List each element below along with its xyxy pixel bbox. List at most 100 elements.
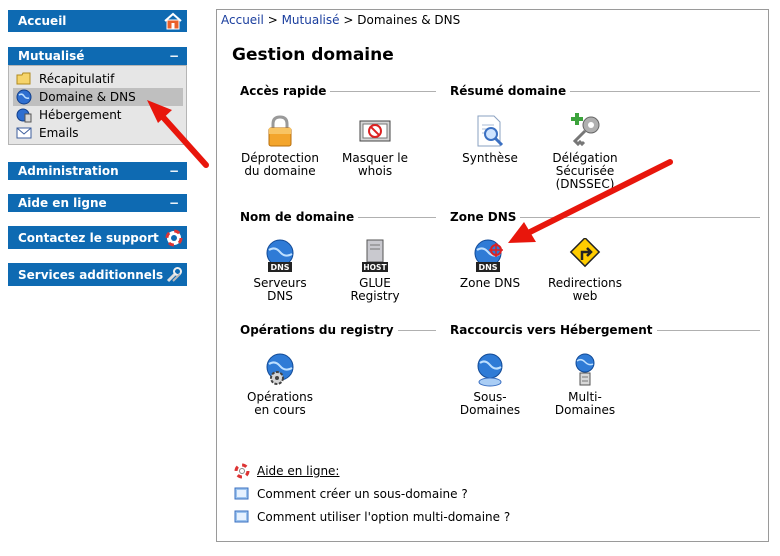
document-magnifier-icon — [477, 115, 504, 147]
sidebar-item-emails[interactable]: Emails — [13, 124, 183, 142]
tile-glue-registry[interactable]: HOST GLUE Registry — [325, 238, 425, 303]
dns-server-globe-icon: DNS — [266, 239, 294, 272]
host-server-icon: HOST — [362, 239, 388, 272]
section-divider — [397, 329, 436, 331]
tools-icon — [165, 266, 183, 284]
breadcrumb-separator: > — [343, 13, 354, 27]
icon-badge: HOST — [363, 263, 387, 272]
section-acces-rapide: Accès rapide — [240, 84, 436, 98]
padlock-icon — [268, 115, 292, 147]
tile-multi-domaines[interactable]: Multi- Domaines — [535, 352, 635, 417]
section-title: Opérations du registry — [240, 323, 394, 337]
sidebar-services-label: Services additionnels — [18, 267, 164, 282]
section-title: Raccourcis vers Hébergement — [450, 323, 653, 337]
tile-redirections-web[interactable]: Redirections web — [535, 238, 635, 303]
sidebar-mutualise-submenu: Récapitulatif Domaine & DNS Hébergement … — [8, 65, 187, 145]
tile-label: Zone DNS — [459, 276, 521, 290]
tile-label: (DNSSEC) — [555, 177, 615, 191]
sidebar-services-additionnels[interactable]: Services additionnels — [8, 263, 187, 286]
section-divider — [358, 216, 436, 218]
section-nom-de-domaine: Nom de domaine — [240, 210, 436, 224]
tile-label: Synthèse — [462, 151, 518, 165]
multi-domain-globe-icon — [575, 353, 595, 386]
main-panel: Accueil > Mutualisé > Domaines & DNS Ges… — [216, 9, 769, 542]
section-divider — [330, 90, 436, 92]
sidebar-item-recapitulatif[interactable]: Récapitulatif — [13, 70, 183, 88]
sidebar-accueil[interactable]: Accueil — [8, 10, 187, 32]
aide-en-ligne-link[interactable]: Aide en ligne: — [257, 464, 339, 478]
globe-icon — [15, 89, 33, 105]
sidebar-administration-label: Administration — [18, 164, 119, 178]
section-title: Résumé domaine — [450, 84, 567, 98]
icon-badge: DNS — [270, 263, 289, 272]
tile-label: Domaines — [554, 403, 616, 417]
breadcrumb-separator: > — [267, 13, 278, 27]
tile-operations-en-cours[interactable]: Opérations en cours — [230, 352, 330, 417]
sidebar-mutualise-header[interactable]: Mutualisé − — [8, 47, 187, 65]
tile-synthese[interactable]: Synthèse — [440, 113, 540, 165]
breadcrumb-section-link[interactable]: Mutualisé — [282, 13, 340, 27]
dns-zone-target-icon: DNS — [474, 239, 503, 272]
tile-label: whois — [357, 164, 393, 178]
tile-label: en cours — [254, 403, 306, 417]
folder-icon — [15, 71, 33, 87]
collapse-icon[interactable]: − — [167, 196, 181, 210]
sidebar-contact-label: Contactez le support — [18, 230, 159, 245]
section-title: Nom de domaine — [240, 210, 355, 224]
lifebuoy-icon — [233, 463, 251, 479]
tile-label: DNS — [267, 289, 293, 303]
sidebar-mutualise-label: Mutualisé — [18, 49, 85, 63]
tile-label: Domaines — [459, 403, 521, 417]
tile-zone-dns[interactable]: DNS Zone DNS — [440, 238, 540, 290]
collapse-icon[interactable]: − — [167, 164, 181, 178]
lifebuoy-icon — [165, 229, 183, 247]
collapse-icon[interactable]: − — [167, 49, 181, 63]
sidebar-accueil-label: Accueil — [18, 14, 67, 28]
redirect-sign-icon — [569, 238, 601, 268]
section-title: Accès rapide — [240, 84, 327, 98]
help-article-icon — [233, 509, 251, 525]
help-link-row: Comment créer un sous-domaine ? — [233, 486, 468, 502]
subdomain-globe-icon — [477, 353, 503, 387]
sidebar-item-domaine-dns[interactable]: Domaine & DNS — [13, 88, 183, 106]
help-article-icon — [233, 486, 251, 502]
breadcrumb-current: Domaines & DNS — [357, 13, 461, 27]
tile-serveurs-dns[interactable]: DNS Serveurs DNS — [230, 238, 330, 303]
email-icon — [15, 125, 33, 141]
sidebar-aide-label: Aide en ligne — [18, 196, 107, 210]
tile-sous-domaines[interactable]: Sous- Domaines — [440, 352, 540, 417]
sidebar-item-label: Domaine & DNS — [39, 90, 136, 104]
tile-label: du domaine — [244, 164, 316, 178]
section-operations-registry: Opérations du registry — [240, 323, 436, 337]
help-link-multi-domaine[interactable]: Comment utiliser l'option multi-domaine … — [257, 510, 510, 524]
tile-label: Registry — [350, 289, 400, 303]
breadcrumb-home-link[interactable]: Accueil — [221, 13, 264, 27]
help-link-sous-domaine[interactable]: Comment créer un sous-domaine ? — [257, 487, 468, 501]
section-zone-dns: Zone DNS — [450, 210, 760, 224]
help-section-title: Aide en ligne: — [233, 463, 339, 479]
section-divider — [656, 329, 760, 331]
home-icon — [163, 12, 183, 30]
tile-delegation-dnssec[interactable]: Délégation Sécurisée (DNSSEC) — [535, 113, 635, 191]
hide-whois-icon — [359, 120, 391, 142]
tile-label: web — [572, 289, 598, 303]
help-link-row: Comment utiliser l'option multi-domaine … — [233, 509, 510, 525]
section-divider — [570, 90, 760, 92]
tile-masquer-whois[interactable]: Masquer le whois — [325, 113, 425, 178]
sidebar-aide-header[interactable]: Aide en ligne − — [8, 194, 187, 212]
globe-gear-icon — [266, 353, 294, 385]
section-resume-domaine: Résumé domaine — [450, 84, 760, 98]
sidebar-item-hebergement[interactable]: Hébergement — [13, 106, 183, 124]
breadcrumb: Accueil > Mutualisé > Domaines & DNS — [221, 13, 460, 27]
section-title: Zone DNS — [450, 210, 517, 224]
sidebar-contact-support[interactable]: Contactez le support — [8, 226, 187, 249]
sidebar-item-label: Récapitulatif — [39, 72, 115, 86]
dnssec-key-icon — [571, 113, 600, 147]
section-divider — [520, 216, 760, 218]
sidebar-administration-header[interactable]: Administration − — [8, 162, 187, 180]
page-title: Gestion domaine — [232, 45, 394, 65]
hosting-icon — [15, 107, 33, 123]
tile-deprotection[interactable]: Déprotection du domaine — [230, 113, 330, 178]
sidebar-item-label: Emails — [39, 126, 79, 140]
section-raccourcis-hebergement: Raccourcis vers Hébergement — [450, 323, 760, 337]
